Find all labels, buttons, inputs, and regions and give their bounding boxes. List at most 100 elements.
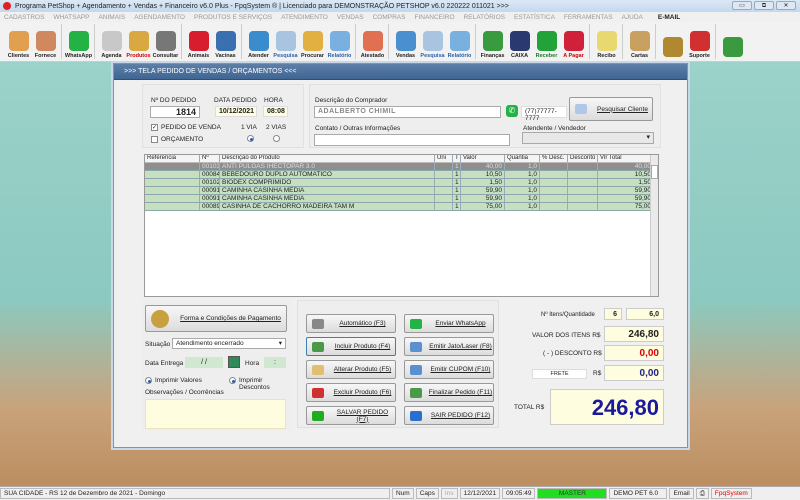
freight-field[interactable]: FRETE: [532, 369, 587, 379]
phone-field[interactable]: (77)77777-7777: [521, 106, 567, 122]
delivery-date-field[interactable]: / /: [185, 357, 223, 368]
menu-item-ajuda[interactable]: AJUDA: [622, 14, 643, 21]
include-product-button[interactable]: Incluir Produto (F4): [306, 337, 396, 356]
toolbar-button-caixa[interactable]: CAIXA: [506, 22, 533, 62]
column-header[interactable]: Descrição do Produto: [220, 155, 435, 162]
seller-select[interactable]: ▾: [522, 132, 654, 144]
finalize-order-button[interactable]: Finalizar Pedido (F11): [404, 383, 494, 402]
menu-item-agendamento[interactable]: AGENDAMENTO: [134, 14, 185, 21]
table-row[interactable]: 000842BEBEDOURO DUPLO AUTOMATICO110,501,…: [145, 171, 658, 179]
menu-item-whatsapp[interactable]: WHATSAPP: [53, 14, 89, 21]
calendar-icon[interactable]: [228, 356, 240, 368]
toolbar-button-vacinas[interactable]: Vacinas: [212, 22, 239, 62]
column-header[interactable]: Vlr Total: [598, 155, 654, 162]
table-cell: [145, 179, 200, 186]
table-scrollbar[interactable]: [650, 155, 658, 296]
products-table[interactable]: Referencia Nº Descrição do Produto Uni T Valo…: [144, 154, 659, 297]
automatic-button[interactable]: Automático (F3): [306, 314, 396, 333]
column-header[interactable]: Quantia: [505, 155, 540, 162]
maximize-button[interactable]: ⧉: [754, 1, 774, 10]
send-whatsapp-button[interactable]: Enviar WhatsApp: [404, 314, 494, 333]
save-order-button[interactable]: SALVAR PEDIDO (F7): [306, 406, 396, 425]
toolbar-button-fornece[interactable]: Fornece: [32, 22, 59, 62]
table-row[interactable]: 001031ANTI PULGAS IHECTOPAR 3.0140,001,0…: [145, 163, 658, 171]
toolbar-button-cartas[interactable]: Cartas: [626, 22, 653, 62]
table-row[interactable]: 001021BIODEX COMPRIMIDO11,501,01,50: [145, 179, 658, 187]
print-inkjet-laser-button[interactable]: Emitir Jato/Laser (F8): [404, 337, 494, 356]
toolbar-button-receber[interactable]: Receber: [533, 22, 560, 62]
toolbar-button-whatsapp[interactable]: WhatsApp: [65, 22, 92, 62]
email-button[interactable]: Email: [669, 488, 694, 499]
toolbar-button-a-pagar[interactable]: A Pagar: [560, 22, 587, 62]
toolbar-button-recibo[interactable]: Recibo: [593, 22, 620, 62]
table-cell: ANTI PULGAS IHECTOPAR 3.0: [220, 163, 435, 170]
column-header[interactable]: Uni: [435, 155, 453, 162]
column-header[interactable]: Valor: [461, 155, 505, 162]
column-header[interactable]: Referencia: [145, 155, 200, 162]
search-client-button[interactable]: Pesquisar Cliente: [569, 97, 653, 121]
toolbar-button-agenda[interactable]: Agenda: [98, 22, 125, 62]
menu-item-vendas[interactable]: VENDAS: [337, 14, 364, 21]
whatsapp-icon[interactable]: ✆: [506, 105, 518, 117]
table-cell: [145, 187, 200, 194]
toolbar-button-produtos[interactable]: Produtos: [125, 22, 152, 62]
close-button[interactable]: ✕: [776, 1, 796, 10]
menu-item-compras[interactable]: COMPRAS: [373, 14, 406, 21]
payment-conditions-button[interactable]: Forma e Condições de Pagamento: [145, 305, 287, 332]
print-values-radio[interactable]: [145, 377, 152, 384]
column-header[interactable]: % Desc.: [540, 155, 568, 162]
buyer-field[interactable]: ADALBERTO CHIMIL: [314, 106, 501, 118]
discount-value[interactable]: 0,00: [604, 345, 664, 361]
menu-item-animais[interactable]: ANIMAIS: [98, 14, 125, 21]
contact-field[interactable]: [314, 134, 510, 146]
quote-checkbox[interactable]: ORÇAMENTO: [151, 136, 203, 143]
status-select[interactable]: Atendimento encerrado ▾: [172, 338, 286, 349]
menu-item-financeiro[interactable]: FINANCEIRO: [414, 14, 454, 21]
menu-item-e-mail[interactable]: E-MAIL: [658, 14, 680, 21]
toolbar-button-pesquisa[interactable]: Pesquisa: [419, 22, 446, 62]
alter-product-button[interactable]: Alterar Produto (F5): [306, 360, 396, 379]
freight-value[interactable]: 0,00: [604, 365, 664, 381]
menu-item-relat-rios[interactable]: RELATÓRIOS: [464, 14, 505, 21]
table-row[interactable]: 000890CASINHA DE CACHORRO MADEIRA TAM M 1…: [145, 203, 658, 211]
minimize-button[interactable]: ▭: [732, 1, 752, 10]
column-header[interactable]: Nº: [200, 155, 220, 162]
menu-item-atendimento[interactable]: ATENDIMENTO: [281, 14, 328, 21]
toolbar-button-suporte[interactable]: Suporte: [686, 22, 713, 62]
menu-item-produtos-e-servi-os[interactable]: PRODUTOS E SERVIÇOS: [194, 14, 272, 21]
toolbar-button-relat-rio[interactable]: Relatório: [326, 22, 353, 62]
toolbar-button-relat-rio[interactable]: Relatório: [446, 22, 473, 62]
menu-item-cadastros[interactable]: CADASTROS: [4, 14, 44, 21]
column-header[interactable]: Desconto: [568, 155, 598, 162]
one-copy-radio[interactable]: [247, 135, 254, 142]
toolbar-button-atestado[interactable]: Atestado: [359, 22, 386, 62]
sale-order-checkbox[interactable]: ✓ PEDIDO DE VENDA: [151, 124, 221, 131]
toolbar-button-animais[interactable]: Animais: [185, 22, 212, 62]
column-header[interactable]: T: [453, 155, 461, 162]
toolbar-button-finan-as[interactable]: Finanças: [479, 22, 506, 62]
brand-link[interactable]: FpqSystem: [710, 488, 752, 499]
table-row[interactable]: 000918CAMINHA CASINHA MEDIA159,901,059,9…: [145, 187, 658, 195]
toolbar-button-consultar[interactable]: Consultar: [152, 22, 179, 62]
toolbar-button-atender[interactable]: Atender: [245, 22, 272, 62]
toolbar-button-item-35[interactable]: [719, 22, 746, 62]
menu-item-estat-stica[interactable]: ESTATÍSTICA: [514, 14, 555, 21]
two-copies-radio[interactable]: [273, 135, 280, 142]
printer-icon[interactable]: ⎙: [695, 488, 709, 499]
order-time-field[interactable]: 08:08: [263, 106, 288, 117]
delete-product-button[interactable]: Excluir Produto (F6): [306, 383, 396, 402]
toolbar-button-item-32[interactable]: [659, 22, 686, 62]
print-receipt-button[interactable]: Emitir CUPOM (F10): [404, 360, 494, 379]
toolbar-button-pesquisa[interactable]: Pesquisa: [272, 22, 299, 62]
toolbar-button-vendas[interactable]: Vendas: [392, 22, 419, 62]
order-number-field[interactable]: 1814: [150, 106, 200, 118]
menu-item-ferramentas[interactable]: FERRAMENTAS: [564, 14, 613, 21]
print-discounts-radio[interactable]: [229, 377, 236, 384]
notes-field[interactable]: [145, 399, 286, 429]
order-date-field[interactable]: 10/12/2021: [215, 106, 257, 117]
table-row[interactable]: 000918CAMINHA CASINHA MEDIA159,901,059,9…: [145, 195, 658, 203]
exit-order-button[interactable]: SAIR PEDIDO (F12): [404, 406, 494, 425]
toolbar-button-procurar[interactable]: Procurar: [299, 22, 326, 62]
delivery-hour-field[interactable]: :: [264, 357, 286, 368]
toolbar-button-clientes[interactable]: Clientes: [5, 22, 32, 62]
